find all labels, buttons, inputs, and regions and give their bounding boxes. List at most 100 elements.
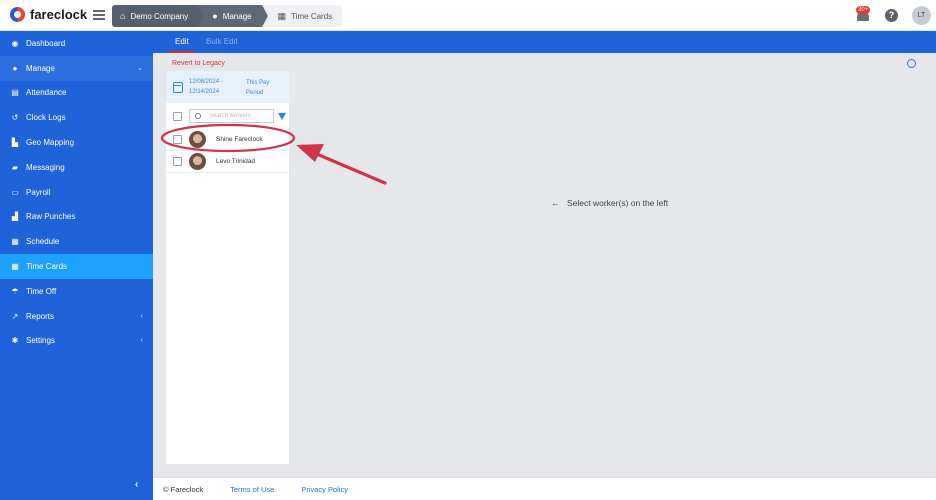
period-dates: 12/08/2024 - 12/14/2024 [189, 77, 223, 97]
table-icon: ▦ [11, 262, 19, 272]
tab-bulk-edit[interactable]: Bulk Edit [206, 37, 238, 46]
home-icon: ⌂ [120, 11, 126, 21]
breadcrumb-demo-company[interactable]: ⌂ Demo Company [112, 5, 205, 27]
period-label: This Pay Period [246, 78, 269, 98]
brand-name: fareclock [30, 7, 88, 22]
sidebar-item-label: Raw Punches [26, 212, 76, 222]
calendar-icon [173, 81, 183, 93]
sidebar-item-label: Attendance [26, 88, 67, 98]
sidebar: ◉ Dashboard ● Manage ⌄ ▤ Attendance ↺ Clock L… [0, 31, 153, 500]
gear-icon[interactable] [907, 59, 916, 68]
person-icon: ● [12, 63, 18, 73]
select-all-checkbox[interactable] [173, 111, 182, 121]
list-item[interactable]: Shine Fareclock [166, 129, 289, 151]
sidebar-item-manage[interactable]: ● Manage ⌄ [0, 55, 153, 81]
calendar-icon: ▦ [11, 237, 19, 247]
worker-name: Levo Trinidad [216, 158, 256, 165]
table-icon: ▦ [277, 10, 287, 21]
breadcrumb-manage[interactable]: ● Manage [198, 5, 268, 27]
empty-state: ← Select worker(s) on the left [551, 198, 668, 208]
annotation-arrow-shaft [310, 150, 387, 185]
breadcrumb-label: Demo Company [130, 11, 189, 21]
chat-icon: ▰ [11, 162, 19, 172]
breadcrumb-separator [198, 5, 205, 27]
annotation-arrowhead [296, 144, 324, 162]
revert-to-legacy-link[interactable]: Revert to Legacy [172, 60, 225, 67]
breadcrumb-time-cards: ▦ Time Cards [261, 5, 343, 27]
search-input[interactable] [209, 113, 273, 119]
sidebar-item-label: Payroll [26, 187, 51, 197]
help-icon[interactable]: ? [885, 9, 898, 22]
notification-badge: 30+ [856, 5, 871, 14]
sidebar-item-label: Manage [26, 63, 55, 73]
chevron-down-icon: ⌄ [137, 65, 143, 73]
breadcrumb-label: Time Cards [291, 11, 333, 21]
sidebar-item-settings[interactable]: ✱ Settings ‹ [0, 329, 153, 354]
filter-icon[interactable] [278, 112, 286, 120]
sidebar-item-label: Dashboard [26, 38, 66, 48]
notifications-button[interactable]: 30+ [855, 5, 871, 24]
period-end: 12/14/2024 [189, 89, 220, 95]
copyright: © Fareclock [163, 484, 204, 494]
pay-period-selector[interactable]: 12/08/2024 - 12/14/2024 This Pay Period [166, 71, 289, 103]
sidebar-item-raw-punches[interactable]: ▟ Raw Punches [0, 205, 153, 230]
period-label-line2: Period [246, 90, 264, 96]
list-item[interactable]: Levo Trinidad [166, 151, 289, 173]
chevron-left-icon: ‹ [140, 337, 143, 345]
attendance-icon: ▤ [11, 88, 19, 98]
breadcrumb: ⌂ Demo Company ● Manage ▦ Time Cards [112, 5, 343, 27]
tab-edit[interactable]: Edit [169, 37, 195, 53]
sidebar-item-dashboard[interactable]: ◉ Dashboard [0, 31, 153, 56]
sidebar-item-label: Schedule [26, 237, 60, 247]
hamburger-menu-icon[interactable] [93, 10, 105, 20]
worker-checkbox[interactable] [173, 157, 182, 166]
sidebar-item-time-off[interactable]: ☂ Time Off [0, 279, 153, 304]
sidebar-item-time-cards[interactable]: ▦ Time Cards [0, 254, 153, 279]
sidebar-item-label: Settings [26, 336, 55, 346]
chevron-left-icon: ‹ [140, 312, 143, 320]
history-icon: ↺ [11, 113, 19, 123]
sidebar-item-label: Geo Mapping [26, 138, 75, 148]
avatar [189, 131, 206, 148]
sidebar-item-schedule[interactable]: ▦ Schedule [0, 229, 153, 254]
gear-icon: ✱ [11, 336, 19, 346]
footer: © Fareclock Terms of Use Privacy Policy [153, 477, 936, 500]
period-start: 12/08/2024 - [189, 79, 223, 85]
search-icon [195, 113, 201, 119]
worker-name: Shine Fareclock [216, 136, 263, 143]
sidebar-item-label: Time Cards [26, 262, 68, 272]
sidebar-item-messaging[interactable]: ▰ Messaging [0, 155, 153, 180]
chart-icon: ↗ [11, 311, 19, 321]
breadcrumb-label: Manage [222, 11, 252, 21]
sidebar-item-label: Messaging [26, 162, 65, 172]
worker-panel: 12/08/2024 - 12/14/2024 This Pay Period … [166, 71, 289, 464]
sidebar-item-clock-logs[interactable]: ↺ Clock Logs [0, 105, 153, 130]
sidebar-item-geo-mapping[interactable]: ▙ Geo Mapping [0, 130, 153, 155]
payroll-icon: ▭ [11, 187, 19, 197]
search-box[interactable] [189, 109, 274, 123]
sidebar-item-reports[interactable]: ↗ Reports ‹ [0, 304, 153, 329]
search-row [166, 106, 289, 126]
avatar [189, 153, 206, 170]
sidebar-item-attendance[interactable]: ▤ Attendance [0, 81, 153, 106]
arrow-left-icon: ← [551, 198, 560, 208]
privacy-link[interactable]: Privacy Policy [301, 485, 348, 494]
logo-icon [10, 7, 25, 22]
empty-state-message: Select worker(s) on the left [567, 198, 669, 208]
sidebar-item-label: Reports [26, 311, 55, 321]
breadcrumb-separator [261, 5, 268, 27]
terms-link[interactable]: Terms of Use [230, 485, 274, 494]
period-label-line1: This Pay [246, 80, 270, 86]
sidebar-item-label: Time Off [26, 286, 57, 296]
sidebar-item-label: Clock Logs [26, 113, 66, 123]
fareclock-logo[interactable]: fareclock [10, 7, 87, 22]
avatar[interactable]: LT [912, 6, 931, 25]
top-bar: fareclock ⌂ Demo Company ● Manage ▦ Time… [0, 0, 936, 31]
collapse-sidebar-icon[interactable]: ‹ [135, 479, 138, 490]
umbrella-icon: ☂ [11, 286, 19, 296]
map-icon: ▙ [11, 138, 19, 148]
worker-checkbox[interactable] [173, 135, 182, 144]
sub-header: Edit Bulk Edit [153, 31, 936, 53]
person-icon: ● [212, 11, 218, 21]
sidebar-item-payroll[interactable]: ▭ Payroll [0, 180, 153, 205]
